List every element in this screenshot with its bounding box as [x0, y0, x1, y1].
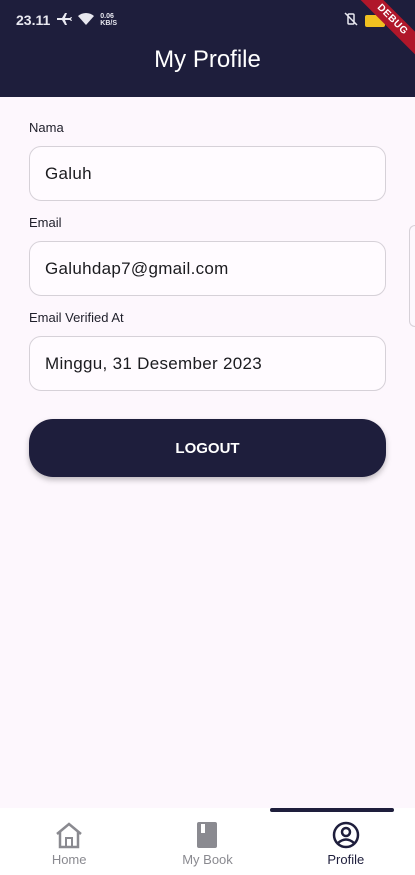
nav-label-profile: Profile	[327, 852, 365, 867]
wifi-icon	[78, 12, 95, 28]
airplane-icon	[56, 12, 73, 29]
book-icon	[192, 820, 222, 850]
network-speed: 0.06 KB/S	[100, 13, 117, 27]
nav-item-my-book[interactable]: My Book	[138, 808, 276, 875]
home-icon	[54, 820, 84, 850]
page-title: My Profile	[154, 46, 261, 73]
status-time: 23.11	[16, 12, 51, 28]
active-tab-indicator	[270, 808, 394, 812]
status-bar: 23.11 0.06 KB/S	[0, 0, 415, 40]
nav-item-profile[interactable]: Profile	[277, 808, 415, 875]
name-field-group: Nama Galuh	[29, 118, 386, 201]
app-bar: 23.11 0.06 KB/S DEBUG My Profile	[0, 0, 415, 97]
profile-form: Nama Galuh Email Galuhdap7@gmail.com Ema…	[29, 118, 386, 403]
bottom-nav: Home My Book Profile	[0, 808, 415, 875]
email-field-group: Email Galuhdap7@gmail.com	[29, 213, 386, 296]
side-handle[interactable]	[409, 225, 415, 327]
email-field[interactable]: Galuhdap7@gmail.com	[29, 241, 386, 296]
vibrate-off-icon	[343, 12, 359, 29]
nav-item-home[interactable]: Home	[0, 808, 138, 875]
nav-label-home: Home	[51, 852, 87, 867]
nav-label-my-book: My Book	[182, 852, 233, 867]
account-circle-icon	[331, 820, 361, 850]
logout-button[interactable]: LOGOUT	[29, 419, 386, 477]
email-verified-field[interactable]: Minggu, 31 Desember 2023	[29, 336, 386, 391]
name-field[interactable]: Galuh	[29, 146, 386, 201]
email-verified-label: Email Verified At	[29, 310, 124, 325]
name-label: Nama	[29, 120, 64, 135]
email-verified-field-group: Email Verified At Minggu, 31 Desember 20…	[29, 308, 386, 391]
email-label: Email	[29, 215, 62, 230]
